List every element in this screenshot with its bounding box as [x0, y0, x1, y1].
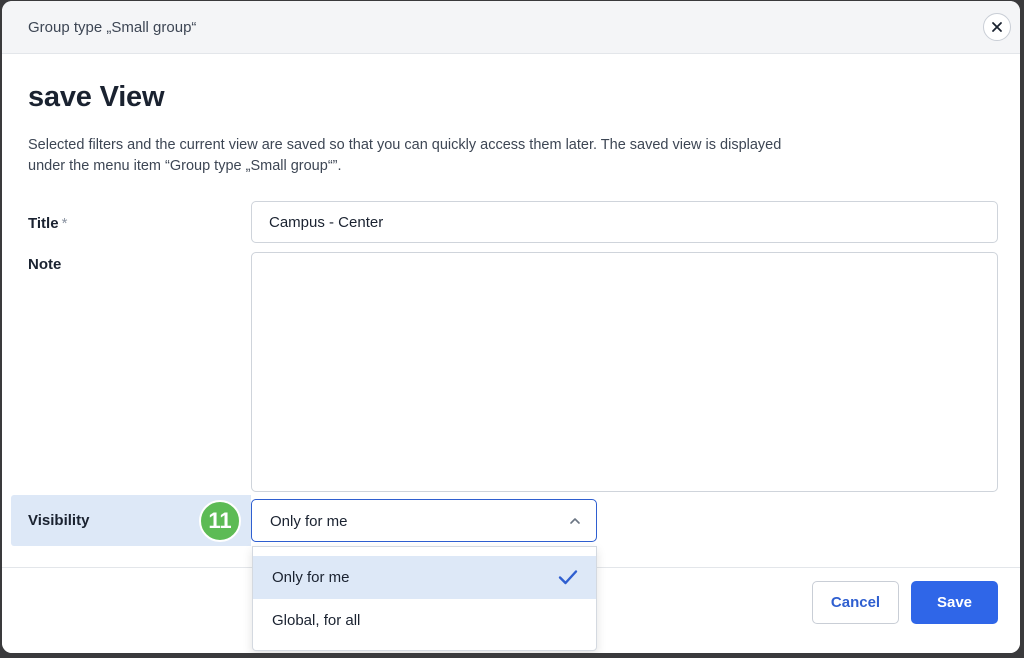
- close-button[interactable]: [983, 13, 1011, 41]
- save-view-dialog: Group type „Small group“ save View Selec…: [2, 1, 1020, 653]
- option-label: Global, for all: [272, 612, 361, 629]
- header-title: Group type „Small group“: [28, 19, 197, 36]
- step-badge: 11: [199, 500, 241, 542]
- title-label-text: Title: [28, 215, 59, 232]
- cancel-button[interactable]: Cancel: [812, 581, 899, 624]
- note-label: Note: [28, 256, 62, 273]
- visibility-select-value: Only for me: [270, 513, 348, 530]
- page-title: save View: [28, 81, 165, 113]
- title-input[interactable]: [251, 201, 998, 243]
- option-global-for-all[interactable]: Global, for all: [253, 599, 596, 642]
- chevron-up-icon: [570, 518, 580, 524]
- title-label: Title *: [28, 215, 67, 232]
- option-label: Only for me: [272, 569, 350, 586]
- save-button[interactable]: Save: [911, 581, 998, 624]
- visibility-select[interactable]: Only for me: [251, 499, 597, 542]
- dialog-header: Group type „Small group“: [2, 1, 1020, 54]
- option-only-for-me[interactable]: Only for me: [253, 556, 596, 599]
- dialog-description: Selected filters and the current view ar…: [28, 137, 782, 174]
- required-mark: *: [61, 215, 68, 232]
- check-icon: [558, 570, 578, 585]
- visibility-label: Visibility: [28, 512, 90, 529]
- close-icon: [992, 22, 1002, 32]
- note-textarea[interactable]: [251, 252, 998, 492]
- visibility-dropdown-menu: Only for me Global, for all: [252, 546, 597, 651]
